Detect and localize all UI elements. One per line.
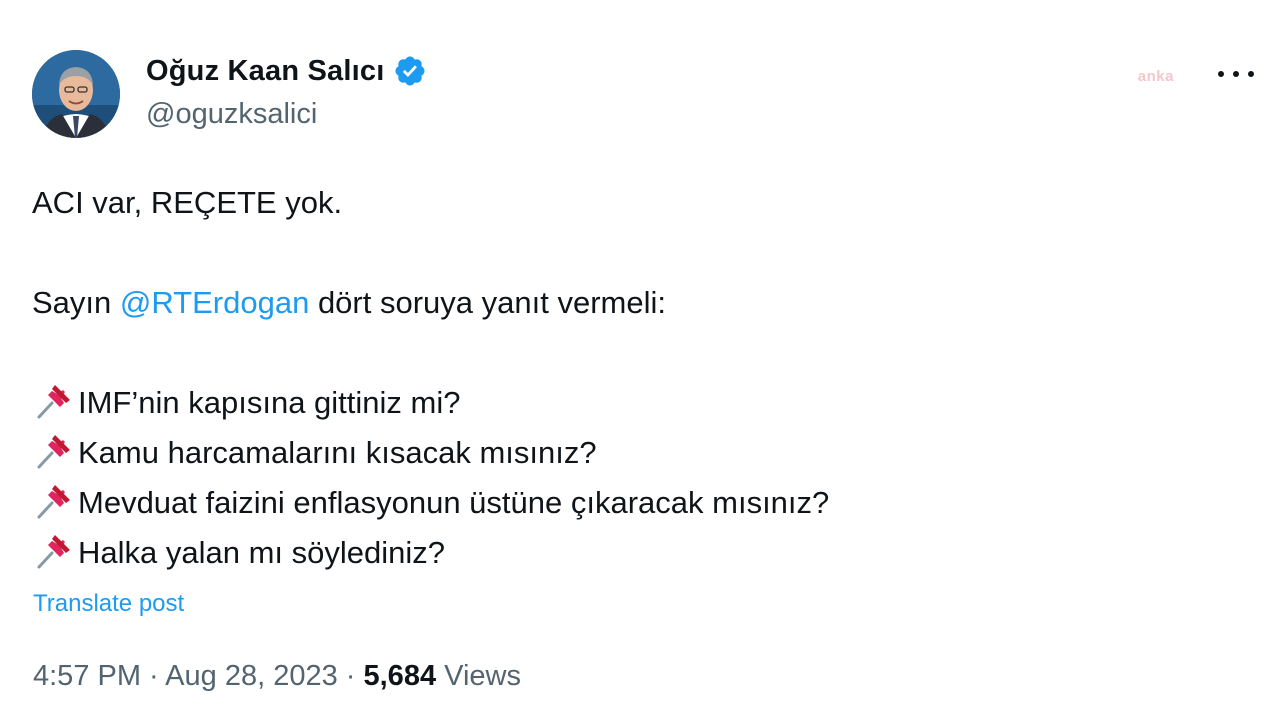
tweet-header: Oğuz Kaan Salıcı @oguzksalici anka — [32, 50, 1260, 140]
question-text: Kamu harcamalarını kısacak mısınız? — [78, 435, 597, 470]
author-info: Oğuz Kaan Salıcı @oguzksalici — [146, 54, 427, 131]
meta-separator: · — [141, 660, 166, 692]
question-item: Mevduat faizini enflasyonun üstüne çıkar… — [32, 478, 1212, 528]
question-item: IMF’nin kapısına gittiniz mi? — [32, 378, 1212, 428]
tweet-line-suffix: dört soruya yanıt vermeli: — [309, 285, 666, 320]
question-item: Halka yalan mı söylediniz? — [32, 528, 1212, 578]
mention-link[interactable]: @RTErdogan — [120, 285, 309, 320]
meta-separator: · — [337, 660, 364, 692]
views-label: Views — [436, 660, 521, 692]
watermark-logo: anka — [1137, 68, 1174, 85]
more-options-button[interactable] — [1218, 64, 1254, 84]
tweet-date[interactable]: Aug 28, 2023 — [165, 660, 338, 692]
avatar[interactable] — [32, 50, 120, 138]
pushpin-icon — [37, 385, 70, 419]
pushpin-icon — [37, 535, 70, 569]
tweet-text: ACI var, REÇETE yok. Sayın @RTErdogan dö… — [32, 178, 1212, 578]
pushpin-icon — [37, 485, 70, 519]
author-display-name[interactable]: Oğuz Kaan Salıcı — [146, 55, 385, 88]
more-dot-icon — [1248, 71, 1254, 77]
tweet-line-prefix: Sayın — [32, 285, 120, 320]
tweet-line: Sayın @RTErdogan dört soruya yanıt verme… — [32, 278, 1212, 328]
question-item: Kamu harcamalarını kısacak mısınız? — [32, 428, 1212, 478]
pushpin-icon — [37, 435, 70, 469]
question-text: Halka yalan mı söylediniz? — [78, 535, 446, 570]
tweet-time[interactable]: 4:57 PM — [33, 660, 141, 692]
avatar-photo — [32, 50, 120, 138]
author-handle[interactable]: @oguzksalici — [146, 98, 427, 131]
tweet-metadata: 4:57 PM · Aug 28, 2023 · 5,684 Views — [33, 660, 521, 693]
question-text: IMF’nin kapısına gittiniz mi? — [78, 385, 461, 420]
more-dot-icon — [1218, 71, 1224, 77]
more-dot-icon — [1233, 71, 1239, 77]
translate-post-link[interactable]: Translate post — [33, 590, 184, 618]
views-count: 5,684 — [363, 660, 437, 692]
author-name-row: Oğuz Kaan Salıcı — [146, 54, 427, 88]
question-text: Mevduat faizini enflasyonun üstüne çıkar… — [78, 485, 830, 520]
verified-badge-icon — [394, 56, 425, 86]
tweet-line: ACI var, REÇETE yok. — [32, 185, 343, 220]
